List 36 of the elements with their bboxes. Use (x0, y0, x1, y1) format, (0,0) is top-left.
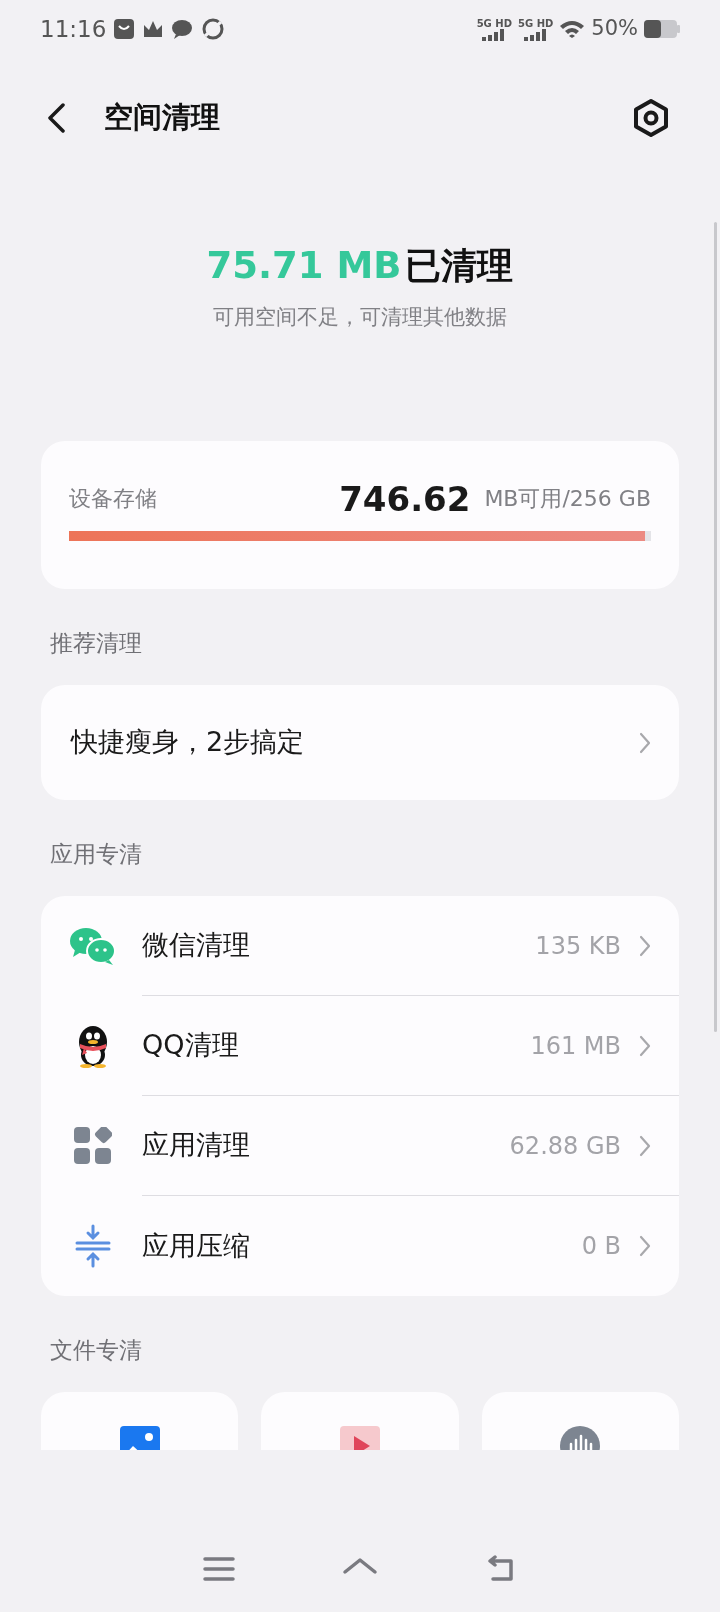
wifi-icon (559, 19, 586, 39)
signal-icon (482, 28, 507, 41)
list-item[interactable]: 应用压缩 0 B (41, 1196, 679, 1296)
chevron-right-icon (639, 1134, 651, 1157)
list-item[interactable]: QQ清理 161 MB (41, 996, 679, 1096)
section-title: 推荐清理 (49, 628, 143, 658)
clock: 11:16 (40, 14, 107, 44)
list-item[interactable]: 应用清理 62.88 GB (41, 1096, 679, 1196)
settings-icon (632, 98, 670, 138)
list-item[interactable]: 快捷瘦身，2步搞定 (41, 685, 679, 800)
signal-icon (523, 28, 548, 41)
compress-icon (74, 1224, 111, 1268)
network-label: 5G HD (518, 17, 554, 29)
chevron-right-icon (639, 1034, 651, 1057)
back-icon (46, 103, 66, 133)
network-label: 5G HD (476, 17, 512, 29)
app-grid-icon (73, 1127, 112, 1165)
chat-bubbles-icon (68, 926, 117, 966)
battery-icon (644, 20, 680, 38)
settings-button[interactable] (632, 98, 670, 138)
menu-icon (203, 1556, 236, 1582)
chevron-right-icon (639, 731, 651, 754)
cleaned-amount: 75.71 MB (206, 243, 402, 289)
available-value: 746.62 (339, 479, 471, 519)
storage-hint: 可用空间不足，可清理其他数据 (213, 303, 507, 331)
storage-label: 设备存储 (69, 485, 157, 513)
chevron-right-icon (639, 934, 651, 957)
battery-percent: 50% (591, 15, 638, 43)
list-item[interactable]: 微信清理 135 KB (41, 896, 679, 996)
chevron-right-icon (639, 1235, 651, 1257)
available-unit: MB可用/256 GB (484, 485, 651, 513)
section-title: 文件专清 (49, 1335, 143, 1365)
section-title: 应用专清 (49, 839, 143, 869)
page-title: 空间清理 (104, 99, 220, 137)
menu-button[interactable] (203, 1556, 236, 1582)
cleaned-label: 已清理 (405, 244, 514, 288)
